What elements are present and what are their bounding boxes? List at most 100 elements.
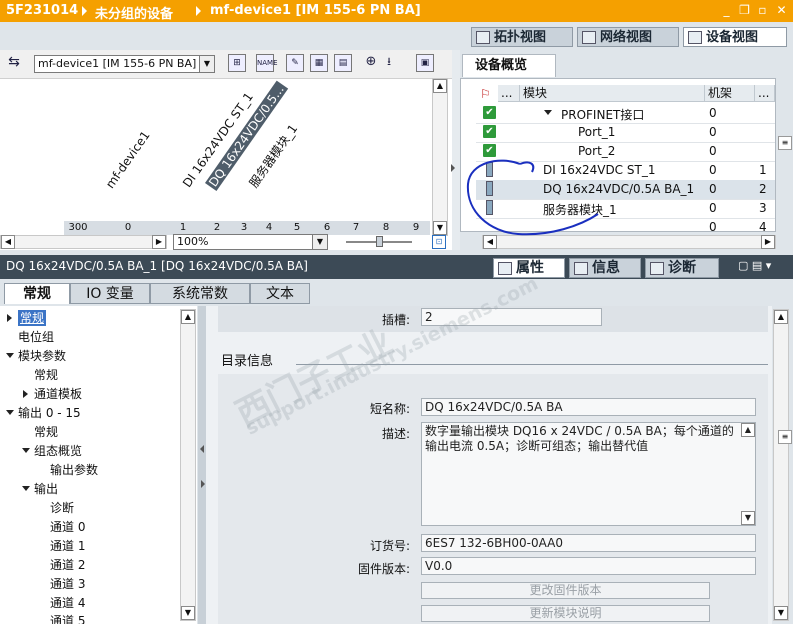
- scroll-up-icon[interactable]: ▲: [433, 79, 447, 93]
- restore-icon[interactable]: ❐: [738, 4, 751, 17]
- scroll-right-icon[interactable]: ▶: [152, 235, 166, 249]
- annotation-scribble: [466, 159, 599, 236]
- collapse-icon[interactable]: [6, 410, 14, 415]
- tab-network-view[interactable]: 网络视图: [577, 27, 679, 47]
- breadcrumb-project[interactable]: 5F231014: [6, 3, 78, 18]
- chevron-down-icon: ▼: [312, 235, 327, 249]
- subtab-general[interactable]: 常规: [4, 283, 70, 304]
- nav-item-diagnostics[interactable]: 诊断: [50, 500, 74, 516]
- zoom-in-icon[interactable]: ⊕: [362, 54, 380, 72]
- scroll-up-icon[interactable]: ▲: [774, 310, 788, 324]
- nav-item-config-overview[interactable]: 组态概览: [34, 443, 82, 459]
- section-catalog-info: 目录信息: [221, 354, 274, 369]
- tab-topology-view[interactable]: 拓扑视图: [471, 27, 573, 47]
- nav-item-channel-5[interactable]: 通道 5: [50, 613, 85, 624]
- grid-icon[interactable]: ▦: [310, 54, 328, 72]
- expand-icon[interactable]: [7, 314, 12, 322]
- scroll-down-icon[interactable]: ▼: [741, 511, 755, 525]
- tab-diagnostics[interactable]: 诊断: [645, 258, 719, 278]
- scroll-up-icon[interactable]: ▲: [181, 310, 195, 324]
- props-vscroll[interactable]: ▲ ▼: [773, 309, 789, 621]
- nav-item-outputs[interactable]: 输出 0 - 15: [18, 405, 81, 421]
- nav-item-general[interactable]: 常规: [18, 310, 47, 326]
- check-icon: ✔: [483, 125, 496, 138]
- table-icon[interactable]: ▤: [334, 54, 352, 72]
- nav-splitter[interactable]: [198, 306, 206, 624]
- diagnostic-icon: ⚐: [480, 87, 491, 101]
- scroll-up-icon[interactable]: ▲: [741, 423, 755, 437]
- diagnostics-icon: [650, 262, 664, 275]
- panel-options-icon[interactable]: ▢ ▤ ▾: [738, 259, 771, 272]
- nav-item-output[interactable]: 输出: [34, 481, 58, 497]
- firmware-label: 固件版本:: [357, 562, 410, 576]
- subtab-io-tags[interactable]: IO 变量: [70, 283, 150, 304]
- column-header-dots[interactable]: ...: [498, 85, 520, 102]
- pen-icon[interactable]: ✎: [286, 54, 304, 72]
- nav-item-channel-3[interactable]: 通道 3: [50, 576, 85, 592]
- scroll-right-icon[interactable]: ▶: [761, 235, 775, 249]
- maximize-icon[interactable]: ▫: [756, 4, 769, 17]
- change-firmware-button[interactable]: 更改固件版本: [421, 582, 710, 599]
- panel-menu-icon[interactable]: ≡: [778, 430, 792, 444]
- fit-icon[interactable]: ⊡: [432, 235, 446, 249]
- subtab-system-constants[interactable]: 系统常数: [150, 283, 250, 304]
- column-header-more[interactable]: ...: [755, 85, 775, 102]
- tab-device-view[interactable]: 设备视图: [683, 27, 787, 47]
- canvas-hscroll[interactable]: ◀ ▶: [0, 235, 167, 249]
- tab-info[interactable]: 信息: [569, 258, 641, 278]
- device-select-icon[interactable]: ⇆: [5, 54, 23, 72]
- device-select[interactable]: mf-device1 [IM 155-6 PN BA] ▼: [34, 55, 215, 73]
- show-address-icon[interactable]: ⊞: [228, 54, 246, 72]
- chevron-down-icon: ▼: [199, 56, 214, 72]
- collapse-left-icon[interactable]: [200, 445, 204, 453]
- collapse-icon[interactable]: [22, 448, 30, 453]
- nav-item-module-general[interactable]: 常规: [34, 367, 58, 383]
- zoom-down-icon[interactable]: ⭳: [380, 54, 398, 72]
- minimize-icon[interactable]: _: [720, 4, 733, 17]
- name-icon[interactable]: NAME: [256, 54, 278, 72]
- tab-device-overview[interactable]: 设备概览: [462, 54, 556, 77]
- table-row[interactable]: ✔ PROFINET接口 0: [476, 104, 775, 124]
- zoom-slider-thumb[interactable]: [376, 236, 383, 247]
- properties-icon: [498, 262, 512, 275]
- zoom-select[interactable]: 100% ▼: [173, 234, 328, 250]
- table-row[interactable]: ✔ Port_1 0: [476, 123, 775, 143]
- column-header-rack[interactable]: 机架: [705, 85, 755, 102]
- device-canvas[interactable]: [0, 50, 452, 250]
- breadcrumb-device[interactable]: mf-device1 [IM 155-6 PN BA]: [210, 3, 421, 18]
- scroll-left-icon[interactable]: ◀: [1, 235, 15, 249]
- update-module-description-button[interactable]: 更新模块说明: [421, 605, 710, 622]
- nav-item-output-params[interactable]: 输出参数: [50, 462, 98, 478]
- nav-item-outputs-general[interactable]: 常规: [34, 424, 58, 440]
- collapse-icon[interactable]: [22, 486, 30, 491]
- short-name-label: 短名称:: [369, 402, 410, 416]
- scroll-down-icon[interactable]: ▼: [774, 606, 788, 620]
- expand-right-icon[interactable]: [201, 480, 205, 488]
- panel-menu-icon[interactable]: ≡: [778, 136, 792, 150]
- subtab-texts[interactable]: 文本: [250, 283, 310, 304]
- collapse-icon[interactable]: [6, 353, 14, 358]
- scroll-down-icon[interactable]: ▼: [433, 221, 447, 235]
- column-header-module[interactable]: 模块: [520, 85, 705, 102]
- close-icon[interactable]: ✕: [775, 4, 788, 17]
- row-pointer-icon: [451, 164, 455, 172]
- nav-item-module-params[interactable]: 模块参数: [18, 348, 66, 364]
- overview-icon[interactable]: ▣: [416, 54, 434, 72]
- nav-item-channel-template[interactable]: 通道模板: [34, 386, 82, 402]
- scroll-down-icon[interactable]: ▼: [181, 606, 195, 620]
- info-icon: [574, 262, 588, 275]
- nav-item-channel-1[interactable]: 通道 1: [50, 538, 85, 554]
- expand-icon[interactable]: [23, 390, 28, 398]
- splitter[interactable]: [452, 50, 460, 250]
- breadcrumb-separator-icon: [82, 6, 87, 16]
- canvas-vscroll[interactable]: ▲ ▼: [432, 78, 448, 236]
- nav-item-channel-4[interactable]: 通道 4: [50, 595, 85, 611]
- check-icon: ✔: [483, 106, 496, 119]
- short-name-field: DQ 16x24VDC/0.5A BA: [421, 398, 756, 416]
- nav-item-potential-group[interactable]: 电位组: [18, 329, 54, 345]
- nav-item-channel-0[interactable]: 通道 0: [50, 519, 85, 535]
- nav-vscroll[interactable]: ▲ ▼: [180, 309, 196, 621]
- breadcrumb-group[interactable]: 未分组的设备: [95, 3, 173, 22]
- nav-item-channel-2[interactable]: 通道 2: [50, 557, 85, 573]
- title-bar: 5F231014 未分组的设备 mf-device1 [IM 155-6 PN …: [0, 0, 793, 22]
